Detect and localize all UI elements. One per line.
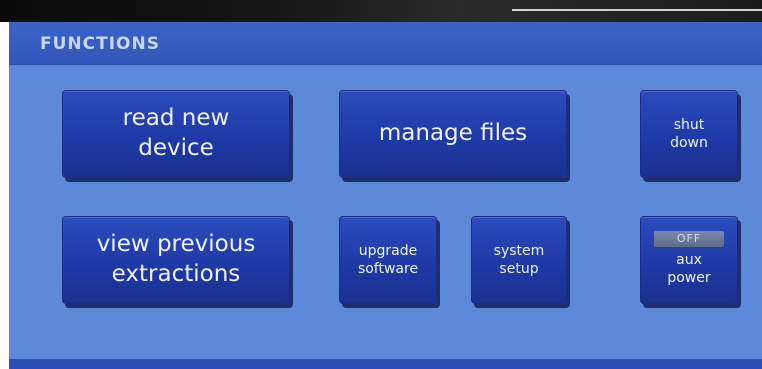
panel-bottom-bar: [9, 359, 762, 369]
aux-power-status-indicator: OFF: [654, 231, 724, 247]
top-window-strip: [0, 0, 762, 22]
read-new-device-button[interactable]: read new device: [62, 90, 290, 178]
aux-power-label: aux power: [667, 252, 711, 287]
view-previous-extractions-button[interactable]: view previous extractions: [62, 216, 290, 304]
panel-header: FUNCTIONS: [9, 22, 762, 65]
system-setup-label: system setup: [493, 242, 545, 277]
manage-files-button[interactable]: manage files: [339, 90, 567, 178]
panel-title: FUNCTIONS: [40, 34, 160, 54]
shut-down-button[interactable]: shut down: [640, 90, 738, 178]
aux-power-button[interactable]: OFF aux power: [640, 216, 738, 304]
top-strip-highlight: [512, 9, 762, 11]
read-new-device-label: read new device: [122, 105, 230, 161]
manage-files-label: manage files: [378, 120, 528, 147]
upgrade-software-label: upgrade software: [357, 242, 419, 277]
shut-down-label: shut down: [670, 116, 708, 151]
system-setup-button[interactable]: system setup: [471, 216, 567, 304]
functions-panel: FUNCTIONS read new device manage files s…: [9, 22, 762, 369]
view-previous-extractions-label: view previous extractions: [96, 231, 256, 287]
upgrade-software-button[interactable]: upgrade software: [339, 216, 437, 304]
